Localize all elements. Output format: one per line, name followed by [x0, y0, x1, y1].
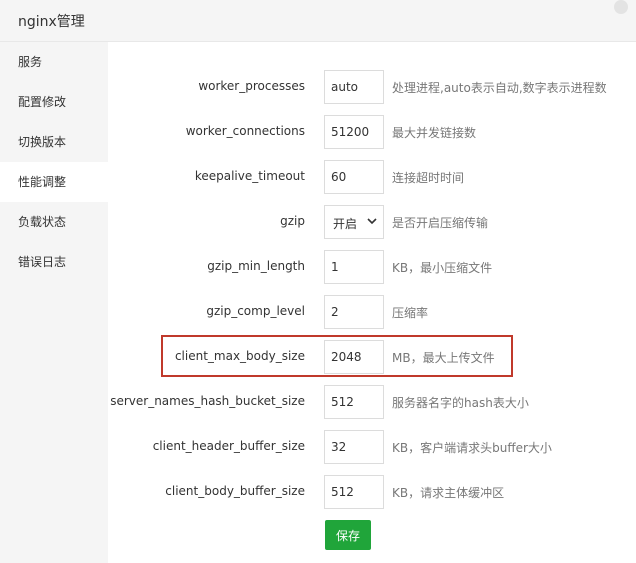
- field-help: 处理进程,auto表示自动,数字表示进程数: [392, 81, 607, 95]
- field-label: server_names_hash_bucket_size: [110, 394, 305, 408]
- field-label: worker_processes: [198, 79, 305, 93]
- field-help: 是否开启压缩传输: [392, 216, 489, 230]
- form-row-gzip-comp-level: gzip_comp_level 压缩率: [108, 295, 636, 329]
- field-help: 服务器名字的hash表大小: [392, 396, 529, 410]
- form-row-gzip: gzip 开启 是否开启压缩传输: [108, 205, 636, 239]
- sidebar-item-config[interactable]: 配置修改: [0, 82, 108, 122]
- gzip-selected-value: 开启: [333, 217, 358, 231]
- field-label: worker_connections: [185, 124, 305, 138]
- sidebar-item-label: 负载状态: [18, 215, 67, 229]
- field-label: client_header_buffer_size: [152, 439, 305, 453]
- keepalive-timeout-input[interactable]: [324, 160, 384, 194]
- field-label: gzip: [280, 214, 305, 228]
- gzip-min-length-input[interactable]: [324, 250, 384, 284]
- client-header-buffer-size-input[interactable]: [324, 430, 384, 464]
- sidebar-item-label: 服务: [18, 55, 43, 69]
- field-label: keepalive_timeout: [194, 169, 305, 183]
- field-help: KB，客户端请求头buffer大小: [392, 441, 552, 455]
- sidebar-item-performance[interactable]: 性能调整: [0, 162, 108, 202]
- field-label: gzip_min_length: [207, 259, 305, 273]
- dialog-title: nginx管理: [18, 14, 85, 30]
- sidebar: 服务 配置修改 切换版本 性能调整 负载状态 错误日志: [0, 42, 108, 563]
- field-help: 压缩率: [392, 306, 429, 320]
- sidebar-item-load-status[interactable]: 负载状态: [0, 202, 108, 242]
- chevron-down-icon: [367, 214, 377, 231]
- field-help: 最大并发链接数: [392, 126, 477, 140]
- sidebar-item-label: 切换版本: [18, 135, 67, 149]
- save-button[interactable]: 保存: [325, 520, 371, 550]
- sidebar-item-label: 性能调整: [18, 175, 67, 189]
- client-max-body-size-input[interactable]: [324, 340, 384, 374]
- performance-form: worker_processes 处理进程,auto表示自动,数字表示进程数 w…: [108, 42, 636, 563]
- dialog-header: nginx管理: [0, 0, 636, 42]
- gzip-comp-level-input[interactable]: [324, 295, 384, 329]
- client-body-buffer-size-input[interactable]: [324, 475, 384, 509]
- form-row-gzip-min-length: gzip_min_length KB，最小压缩文件: [108, 250, 636, 284]
- field-label: gzip_comp_level: [206, 304, 305, 318]
- form-row-worker-processes: worker_processes 处理进程,auto表示自动,数字表示进程数: [108, 70, 636, 104]
- worker-processes-input[interactable]: [324, 70, 384, 104]
- field-help: KB，最小压缩文件: [392, 261, 493, 275]
- sidebar-item-label: 错误日志: [18, 255, 67, 269]
- sidebar-item-label: 配置修改: [18, 95, 67, 109]
- sidebar-item-version[interactable]: 切换版本: [0, 122, 108, 162]
- form-row-keepalive-timeout: keepalive_timeout 连接超时时间: [108, 160, 636, 194]
- field-label: client_body_buffer_size: [165, 484, 305, 498]
- close-icon[interactable]: [614, 0, 628, 14]
- field-label: client_max_body_size: [174, 349, 305, 363]
- sidebar-item-service[interactable]: 服务: [0, 42, 108, 82]
- form-row-worker-connections: worker_connections 最大并发链接数: [108, 115, 636, 149]
- form-row-server-names-hash-bucket-size: server_names_hash_bucket_size 服务器名字的hash…: [108, 385, 636, 419]
- gzip-select[interactable]: 开启: [324, 205, 384, 239]
- server-names-hash-bucket-size-input[interactable]: [324, 385, 384, 419]
- worker-connections-input[interactable]: [324, 115, 384, 149]
- form-row-client-max-body-size: client_max_body_size MB，最大上传文件: [108, 340, 636, 374]
- form-row-client-body-buffer-size: client_body_buffer_size KB，请求主体缓冲区: [108, 475, 636, 509]
- sidebar-item-error-log[interactable]: 错误日志: [0, 242, 108, 282]
- field-help: 连接超时时间: [392, 171, 465, 185]
- form-row-client-header-buffer-size: client_header_buffer_size KB，客户端请求头buffe…: [108, 430, 636, 464]
- field-help: MB，最大上传文件: [392, 351, 495, 365]
- field-help: KB，请求主体缓冲区: [392, 486, 505, 500]
